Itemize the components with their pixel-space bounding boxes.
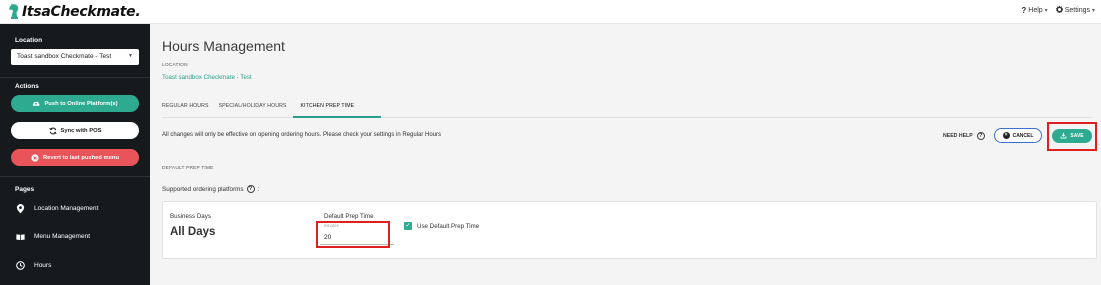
business-days-label: Business Days <box>170 213 211 220</box>
close-circle-icon: × <box>1002 132 1010 139</box>
sync-with-pos-button[interactable]: Sync with POS <box>11 122 139 139</box>
save-label: SAVE <box>1070 133 1084 139</box>
push-to-platforms-button[interactable]: Push to Online Platform(s) <box>11 95 139 112</box>
help-circle-icon[interactable]: ? <box>246 185 255 193</box>
sidebar-divider <box>0 176 150 177</box>
top-bar: ItsaCheckmate. ? Help ▾ Settings ▾ <box>0 0 1101 24</box>
settings-menu[interactable]: Settings ▾ <box>1055 5 1095 15</box>
help-menu[interactable]: ? Help ▾ <box>1021 6 1047 15</box>
sync-label: Sync with POS <box>60 127 102 134</box>
gear-icon <box>1055 5 1063 15</box>
sidebar-divider <box>0 77 150 78</box>
effective-hours-notice: All changes will only be effective on op… <box>162 132 442 138</box>
sidebar-item-location-management[interactable]: Location Management <box>16 203 99 213</box>
use-default-label: Use Default Prep Time <box>417 222 480 230</box>
sidebar-item-label: Location Management <box>34 205 99 212</box>
brand-name: ItsaCheckmate. <box>22 3 141 20</box>
sidebar-item-label: Hours <box>34 262 52 269</box>
close-circle-icon <box>31 153 39 162</box>
tab-kitchen-prep-time[interactable]: KITCHEN PREP TIME <box>301 102 355 116</box>
default-prep-time-caption: DEFAULT PREP TIME <box>162 166 214 171</box>
revert-menu-button[interactable]: Revert to last pushed menu <box>11 149 139 166</box>
push-label: Push to Online Platform(s) <box>44 100 118 107</box>
sidebar-item-label: Menu Management <box>34 233 91 240</box>
download-icon <box>1060 132 1067 141</box>
colon: : <box>257 185 260 193</box>
need-help-label: NEED HELP <box>943 133 973 139</box>
location-select-value: Toast sandbox Checkmate - Test <box>17 53 112 60</box>
location-pin-icon <box>16 203 25 213</box>
top-nav: ? Help ▾ Settings ▾ <box>1021 5 1095 15</box>
default-prep-time-label: Default Prep Time <box>324 213 374 220</box>
cloud-upload-icon <box>32 100 40 108</box>
revert-label: Revert to last pushed menu <box>42 154 120 161</box>
prep-time-card <box>162 201 1097 259</box>
cancel-label: CANCEL <box>1012 132 1034 139</box>
clock-icon <box>16 261 25 270</box>
caret-down-icon: ▾ <box>1091 8 1095 14</box>
tab-bar: REGULAR HOURS SPECIAL/HOLIDAY HOURS KITC… <box>162 102 354 116</box>
knight-logo-icon <box>8 3 20 20</box>
sidebar-item-menu-management[interactable]: Menu Management <box>16 232 90 241</box>
prep-time-highlight-box <box>316 221 390 248</box>
settings-label: Settings <box>1064 7 1090 14</box>
question-icon: ? <box>1021 6 1027 15</box>
help-circle-icon: ? <box>976 132 985 140</box>
main-content: Hours Management LOCATION Toast sandbox … <box>150 24 1101 285</box>
caret-down-icon: ▾ <box>1044 8 1048 14</box>
cancel-button[interactable]: × CANCEL <box>994 128 1042 143</box>
brand-logo[interactable]: ItsaCheckmate. <box>8 3 141 20</box>
tab-regular-hours[interactable]: REGULAR HOURS <box>162 102 209 116</box>
active-tab-indicator <box>293 116 381 118</box>
supported-platforms: Supported ordering platforms ? : <box>162 185 259 193</box>
need-help[interactable]: NEED HELP ? <box>943 132 985 140</box>
location-section-label: Location <box>15 37 43 44</box>
menu-book-icon <box>16 232 25 241</box>
business-days-value: All Days <box>170 226 216 238</box>
use-default-prep-time[interactable]: ✓ Use Default Prep Time <box>404 222 479 230</box>
location-select[interactable]: Toast sandbox Checkmate - Test ▼ <box>11 49 139 65</box>
sidebar: Location Toast sandbox Checkmate - Test … <box>0 24 150 285</box>
sync-icon <box>48 127 57 135</box>
help-label: Help <box>1028 7 1043 14</box>
sidebar-item-hours[interactable]: Hours <box>16 261 51 270</box>
page-title: Hours Management <box>162 38 285 54</box>
pages-section-label: Pages <box>15 186 35 193</box>
checkbox-checked-icon[interactable]: ✓ <box>404 222 412 230</box>
location-link[interactable]: Toast sandbox Checkmate - Test <box>162 74 252 81</box>
supported-platforms-label: Supported ordering platforms <box>162 185 244 193</box>
actions-section-label: Actions <box>15 83 39 90</box>
save-button[interactable]: SAVE <box>1052 129 1092 143</box>
tab-special-holiday-hours[interactable]: SPECIAL/HOLIDAY HOURS <box>219 102 287 116</box>
location-caption: LOCATION <box>162 63 188 68</box>
caret-down-icon: ▼ <box>128 53 133 59</box>
